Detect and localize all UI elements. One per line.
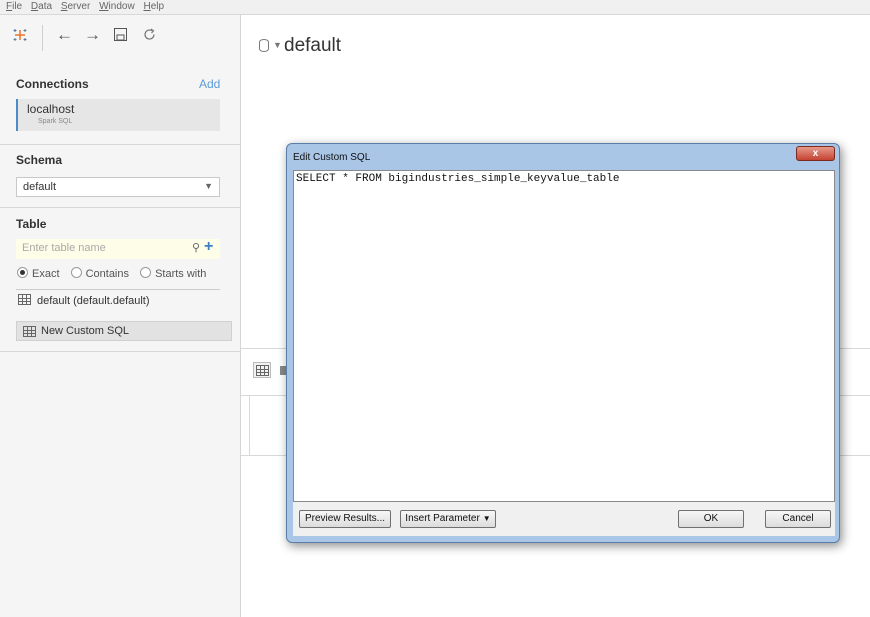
custom-sql-icon xyxy=(23,326,36,337)
table-list-divider xyxy=(16,289,220,290)
ok-button[interactable]: OK xyxy=(678,510,744,528)
connection-name: localhost xyxy=(27,102,75,116)
forward-arrow-icon[interactable]: → xyxy=(84,25,101,45)
section-divider xyxy=(0,144,240,145)
table-list-item[interactable]: default (default.default) xyxy=(18,294,150,307)
schema-selected-value: default xyxy=(23,181,57,193)
radio-label: Contains xyxy=(85,268,129,280)
schema-select[interactable]: default ▼ xyxy=(16,177,220,197)
dialog-content: SELECT * FROM bigindustries_simple_keyva… xyxy=(293,170,835,536)
section-divider xyxy=(0,351,240,352)
save-icon[interactable] xyxy=(114,28,127,41)
connections-heading: Connections xyxy=(16,77,89,91)
connection-item-localhost[interactable]: localhost Spark SQL xyxy=(16,99,220,131)
chevron-down-icon: ▼ xyxy=(204,181,213,191)
radio-unselected-icon xyxy=(140,267,152,278)
radio-unselected-icon xyxy=(70,267,82,278)
table-item-label: default (default.default) xyxy=(37,295,150,307)
custom-sql-label: New Custom SQL xyxy=(41,325,130,337)
schema-heading: Schema xyxy=(16,153,63,167)
menu-server[interactable]: Server xyxy=(61,0,90,14)
add-connection-link[interactable]: Add xyxy=(199,77,220,91)
radio-starts-with[interactable]: Starts with xyxy=(140,267,206,280)
database-icon[interactable] xyxy=(259,39,269,52)
table-heading: Table xyxy=(16,217,47,231)
tableau-logo-icon[interactable] xyxy=(12,27,28,43)
datasource-title[interactable]: default xyxy=(284,35,341,57)
cancel-button[interactable]: Cancel xyxy=(765,510,831,528)
table-search-input[interactable]: Enter table name ⚲ + xyxy=(16,238,220,259)
table-search-placeholder: Enter table name xyxy=(22,242,106,254)
insert-parameter-button[interactable]: Insert Parameter ▼ xyxy=(400,510,496,528)
menu-data[interactable]: Data xyxy=(31,0,52,14)
refresh-icon[interactable] xyxy=(142,27,157,42)
sql-text[interactable]: SELECT * FROM bigindustries_simple_keyva… xyxy=(296,173,619,185)
menu-help[interactable]: Help xyxy=(143,0,164,14)
toolbar-divider xyxy=(42,25,43,51)
new-custom-sql-item[interactable]: New Custom SQL xyxy=(16,321,232,341)
match-options: Exact Contains Starts with xyxy=(17,267,214,280)
toolbar: ← → xyxy=(0,15,240,59)
menu-bar: File Data Server Window Help xyxy=(0,0,870,15)
radio-label: Exact xyxy=(32,268,60,280)
chevron-down-icon[interactable]: ▼ xyxy=(273,40,282,50)
grid-column-line xyxy=(249,396,250,456)
add-icon[interactable]: + xyxy=(204,238,213,256)
edit-custom-sql-dialog: Edit Custom SQL x SELECT * FROM bigindus… xyxy=(286,143,840,543)
menu-file[interactable]: File xyxy=(6,0,22,14)
search-icon[interactable]: ⚲ xyxy=(192,241,200,254)
data-source-sidebar: ← → Connections Add localhost Spark SQL … xyxy=(0,15,241,617)
radio-contains[interactable]: Contains xyxy=(70,267,129,280)
close-button[interactable]: x xyxy=(796,146,835,161)
grid-icon xyxy=(256,365,269,376)
connection-type: Spark SQL xyxy=(38,118,73,125)
radio-exact[interactable]: Exact xyxy=(17,267,60,280)
dialog-title: Edit Custom SQL xyxy=(293,152,371,163)
radio-label: Starts with xyxy=(155,268,207,280)
radio-selected-icon xyxy=(17,267,28,278)
table-grid-icon xyxy=(18,294,31,305)
section-divider xyxy=(0,207,240,208)
insert-parameter-label: Insert Parameter xyxy=(405,513,480,524)
sql-editor[interactable]: SELECT * FROM bigindustries_simple_keyva… xyxy=(293,170,835,502)
dropdown-arrow-icon: ▼ xyxy=(482,514,491,523)
preview-results-button[interactable]: Preview Results... xyxy=(299,510,391,528)
menu-window[interactable]: Window xyxy=(99,0,135,14)
back-arrow-icon[interactable]: ← xyxy=(56,25,73,45)
grid-view-icon[interactable] xyxy=(253,362,271,378)
